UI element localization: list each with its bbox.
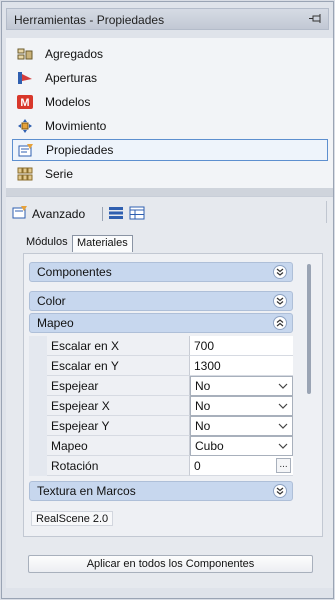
- rotation-value: 0: [194, 458, 201, 473]
- chevron-up-icon[interactable]: [273, 316, 287, 330]
- tool-label: Aperturas: [45, 71, 98, 85]
- tool-item-propiedades[interactable]: Propiedades: [12, 139, 328, 161]
- property-name: Mapeo: [47, 436, 190, 456]
- tool-list-panel: Agregados Aperturas M Modelos Movimiento…: [6, 38, 333, 188]
- chevron-down-icon[interactable]: [273, 484, 287, 498]
- move-icon: [16, 118, 34, 134]
- tool-label: Modelos: [45, 95, 91, 109]
- properties-icon: [17, 142, 35, 158]
- scale-x-input[interactable]: 700: [190, 336, 293, 356]
- property-row: Escalar en X 700: [29, 336, 293, 356]
- tool-item-agregados[interactable]: Agregados: [12, 43, 328, 65]
- scale-y-input[interactable]: 1300: [190, 356, 293, 376]
- toolbar-edge: [326, 201, 327, 223]
- property-name: Espejear Y: [47, 416, 190, 436]
- categorized-view-icon[interactable]: [108, 206, 124, 220]
- dropdown-value: No: [195, 399, 211, 413]
- chevron-down-icon: [278, 443, 288, 449]
- property-row: Espejear No: [29, 376, 293, 396]
- tab-materiales[interactable]: Materiales: [72, 235, 133, 252]
- series-icon: [16, 166, 34, 182]
- section-label: Componentes: [37, 265, 112, 279]
- property-name: Espejear X: [47, 396, 190, 416]
- chevron-down-icon[interactable]: [273, 294, 287, 308]
- table-view-icon[interactable]: [129, 206, 145, 220]
- advanced-label: Avanzado: [32, 206, 86, 221]
- row-gutter: [29, 356, 47, 376]
- dropdown-value: No: [195, 419, 211, 433]
- row-gutter: [29, 396, 47, 416]
- chevron-down-icon: [278, 383, 288, 389]
- property-row: Mapeo Cubo: [29, 436, 293, 456]
- property-name: Espejear: [47, 376, 190, 396]
- property-name: Rotación: [47, 456, 190, 476]
- section-componentes[interactable]: Componentes: [29, 262, 293, 282]
- dropdown-value: No: [195, 379, 211, 393]
- aggregates-icon: [16, 46, 34, 62]
- section-color[interactable]: Color: [29, 291, 293, 311]
- tool-item-aperturas[interactable]: Aperturas: [12, 67, 328, 89]
- section-label: Textura en Marcos: [37, 484, 136, 498]
- chevron-down-icon: [278, 423, 288, 429]
- chevron-down-icon: [278, 403, 288, 409]
- realscene-label: RealScene 2.0: [31, 511, 114, 526]
- chevron-down-icon[interactable]: [273, 265, 287, 279]
- toolbar-separator: [102, 207, 103, 221]
- property-row: Espejear X No: [29, 396, 293, 416]
- apply-all-button[interactable]: Aplicar en todos los Componentes: [28, 555, 313, 573]
- tool-window: Herramientas - Propiedades Agregados Ape…: [1, 1, 334, 599]
- mirror-x-dropdown[interactable]: No: [190, 396, 293, 416]
- row-gutter: [29, 336, 47, 356]
- mirror-dropdown[interactable]: No: [190, 376, 293, 396]
- tool-label: Propiedades: [46, 143, 114, 157]
- row-gutter: [29, 436, 47, 456]
- tab-modulos[interactable]: Módulos: [22, 235, 72, 252]
- properties-panel: Avanzado Módulos Materiales Componentes …: [6, 196, 333, 588]
- properties-icon: [12, 205, 28, 222]
- models-icon: M: [16, 94, 34, 110]
- tool-label: Agregados: [45, 47, 104, 61]
- section-label: Color: [37, 294, 66, 308]
- tool-item-modelos[interactable]: M Modelos: [12, 91, 328, 113]
- section-label: Mapeo: [37, 316, 74, 330]
- openings-icon: [16, 70, 34, 86]
- tool-label: Serie: [45, 167, 74, 181]
- vertical-scrollbar[interactable]: [307, 264, 311, 394]
- materials-content: Componentes Color Mapeo Escalar en X 700…: [23, 253, 323, 537]
- row-gutter: [29, 456, 47, 476]
- advanced-button[interactable]: Avanzado: [12, 205, 93, 222]
- section-textura-marcos[interactable]: Textura en Marcos: [29, 481, 293, 501]
- tool-item-movimiento[interactable]: Movimiento: [12, 115, 328, 137]
- property-name: Escalar en Y: [47, 356, 190, 376]
- property-row: Espejear Y No: [29, 416, 293, 436]
- svg-text:M: M: [20, 97, 29, 109]
- dropdown-value: Cubo: [195, 439, 224, 453]
- pin-icon[interactable]: [309, 13, 323, 25]
- title-bar[interactable]: Herramientas - Propiedades: [6, 8, 329, 30]
- mirror-y-dropdown[interactable]: No: [190, 416, 293, 436]
- property-row: Rotación 0 ...: [29, 456, 293, 476]
- window-title: Herramientas - Propiedades: [14, 13, 165, 27]
- row-gutter: [29, 376, 47, 396]
- tool-label: Movimiento: [45, 119, 107, 133]
- property-name: Escalar en X: [47, 336, 190, 356]
- panel-splitter[interactable]: [6, 188, 333, 196]
- row-gutter: [29, 416, 47, 436]
- mapping-dropdown[interactable]: Cubo: [190, 436, 293, 456]
- property-row: Escalar en Y 1300: [29, 356, 293, 376]
- rotation-input[interactable]: 0 ...: [190, 456, 293, 476]
- ellipsis-button[interactable]: ...: [276, 458, 291, 473]
- tool-item-serie[interactable]: Serie: [12, 163, 328, 185]
- section-mapeo[interactable]: Mapeo: [29, 313, 293, 333]
